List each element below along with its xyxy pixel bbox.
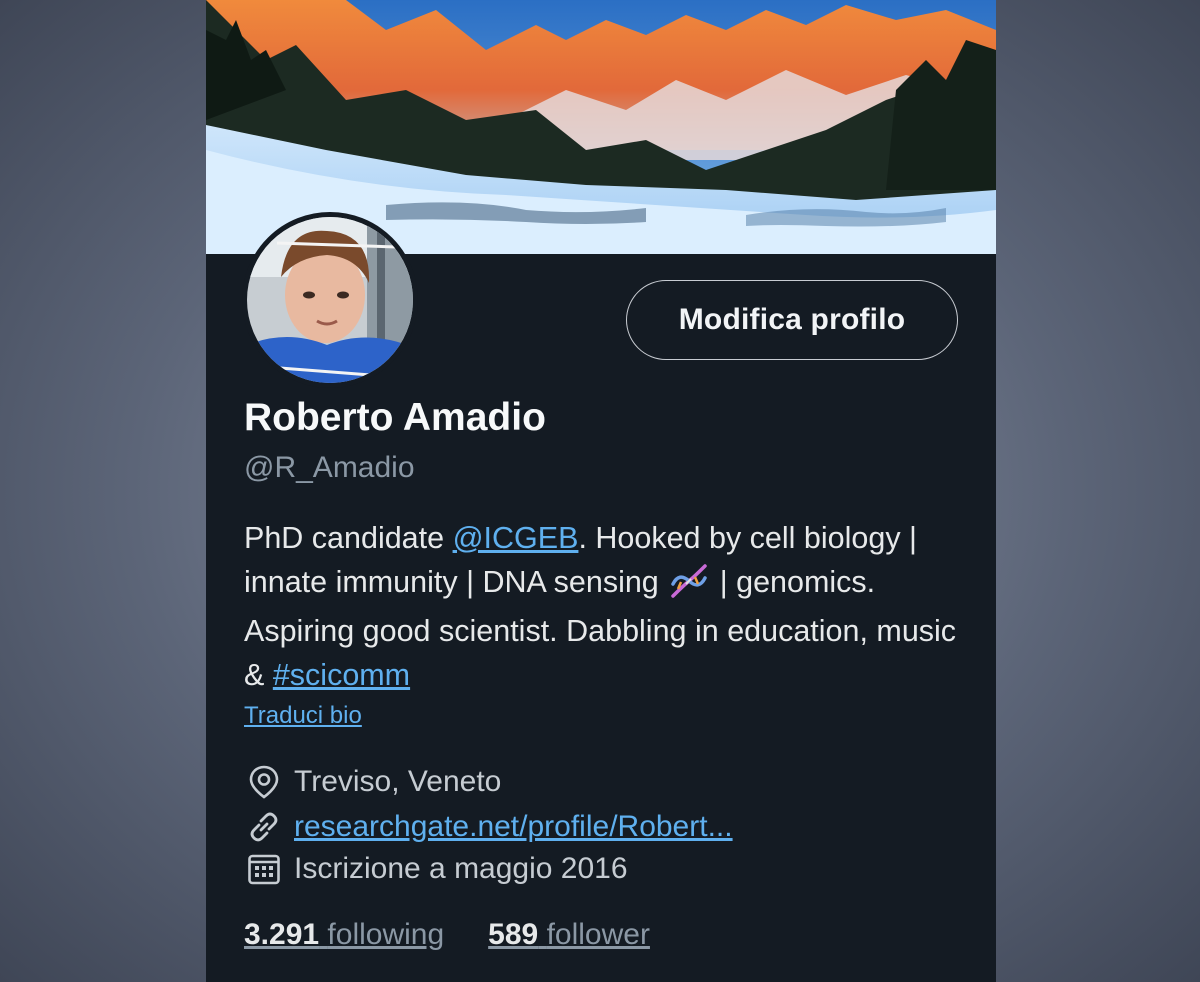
bio-text-1: PhD candidate — [244, 521, 453, 555]
following-count: 3.291 — [244, 918, 320, 951]
follow-stats: 3.291 following 589 follower — [244, 918, 650, 952]
bio-hashtag-link[interactable]: #scicomm — [273, 658, 410, 692]
following-link[interactable]: 3.291 following — [244, 918, 444, 952]
following-label: following — [327, 918, 445, 951]
followers-count: 589 — [488, 918, 539, 951]
location-text: Treviso, Veneto — [294, 765, 502, 798]
join-date-text: Iscrizione a maggio 2016 — [294, 852, 628, 885]
profile-bio: PhD candidate @ICGEB. Hooked by cell bio… — [244, 517, 974, 697]
dna-emoji-icon — [669, 563, 709, 611]
profile-location: Treviso, Veneto — [244, 762, 501, 802]
display-name: Roberto Amadio — [244, 396, 546, 439]
translate-bio-link[interactable]: Traduci bio — [244, 702, 362, 730]
followers-label: follower — [546, 918, 650, 951]
link-icon — [244, 807, 284, 847]
calendar-icon — [244, 849, 284, 889]
profile-avatar[interactable] — [242, 212, 418, 388]
avatar-photo — [247, 217, 413, 383]
profile-screen: Modifica profilo Roberto Amadio @R_Amadi… — [206, 0, 996, 982]
website-link[interactable]: researchgate.net/profile/Robert... — [294, 810, 733, 844]
profile-join-date: Iscrizione a maggio 2016 — [244, 849, 628, 889]
profile-website: researchgate.net/profile/Robert... — [244, 807, 733, 847]
followers-link[interactable]: 589 follower — [488, 918, 650, 952]
map-pin-icon — [244, 762, 284, 802]
username-handle: @R_Amadio — [244, 451, 415, 484]
edit-profile-button[interactable]: Modifica profilo — [626, 280, 958, 360]
bio-mention-link[interactable]: @ICGEB — [453, 521, 579, 555]
